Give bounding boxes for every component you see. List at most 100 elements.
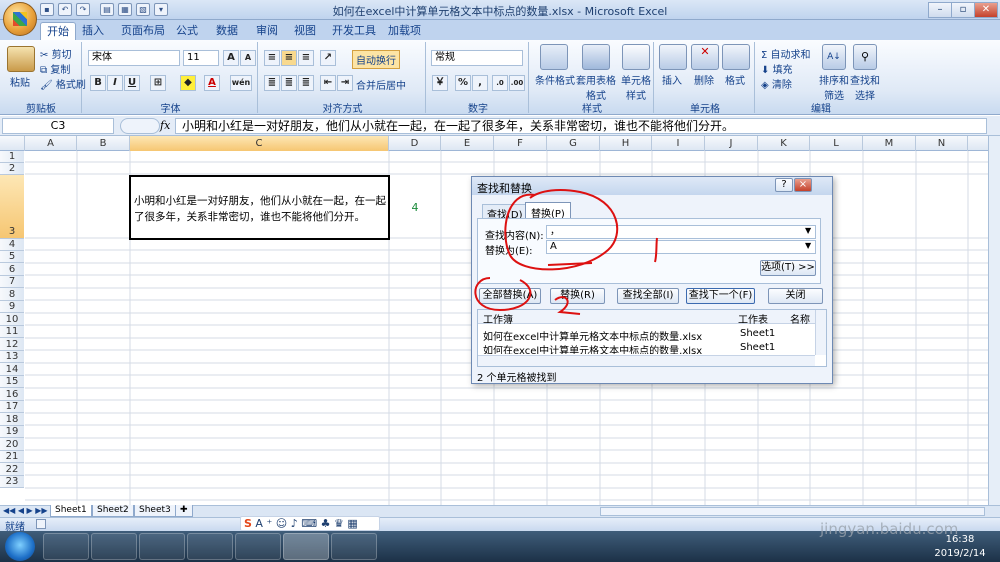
ime-toolbar[interactable]: S A ⁺ ☺ ♪ ⌨ ♣ ♛ ▦ [240,516,380,531]
vertical-scrollbar[interactable] [988,136,1000,505]
row-header[interactable]: 7 [0,276,24,288]
row-header[interactable]: 18 [0,413,24,426]
dialog-help-button[interactable]: ? [775,178,793,192]
taskbar-app-icon[interactable] [139,533,185,560]
italic-button[interactable]: I [107,75,123,91]
tab-insert[interactable]: 插入 [76,22,110,40]
align-left-button[interactable]: ≣ [264,75,280,91]
column-header-e[interactable]: E [441,136,494,151]
column-header-f[interactable]: F [494,136,547,151]
formula-input[interactable]: 小明和小红是一对好朋友，他们从小就在一起，在一起了很多年，关系非常密切，谁也不能… [175,118,987,134]
find-select-button[interactable]: 查找和选择 [850,72,880,102]
column-header-j[interactable]: J [705,136,758,151]
align-bottom-button[interactable]: ≡ [298,50,314,66]
decrease-indent-button[interactable]: ⇤ [320,75,336,91]
column-header-i[interactable]: I [652,136,705,151]
row-header[interactable]: 2 [0,163,24,175]
formula-expand-button[interactable] [120,118,160,134]
copy-button[interactable]: ⧉ 复制 [40,61,70,76]
row-header[interactable]: 5 [0,251,24,263]
tab-addins[interactable]: 加载项 [382,22,427,40]
row-header[interactable]: 1 [0,151,24,163]
options-button[interactable]: 选项(T) >> [760,260,816,276]
tab-home[interactable]: 开始 [40,22,76,40]
paste-icon[interactable] [7,46,35,72]
replace-dropdown-icon[interactable]: ▼ [805,241,811,250]
results-scrollbar[interactable] [815,310,826,355]
column-header-h[interactable]: H [600,136,652,151]
sort-filter-button[interactable]: 排序和筛选 [819,72,849,102]
format-table-button[interactable]: 套用表格格式 [576,72,616,102]
align-middle-button[interactable]: ≡ [281,50,297,66]
align-center-button[interactable]: ≣ [281,75,297,91]
row-header[interactable]: 4 [0,239,24,251]
result-sheet[interactable]: Sheet1 [740,328,775,339]
row-header[interactable]: 16 [0,388,24,401]
sheet-nav-icon[interactable]: ◀◀ ◀ ▶ ▶▶ [3,506,48,515]
tab-developer[interactable]: 开发工具 [326,22,382,40]
insert-sheet-icon[interactable]: ✚ [175,505,193,517]
taskbar-app-icon[interactable] [331,533,377,560]
clear-button[interactable]: ◈ 清除 [761,76,792,91]
percent-button[interactable]: % [455,75,471,91]
tab-data[interactable]: 数据 [210,22,244,40]
row-header[interactable]: 11 [0,326,24,338]
sort-filter-icon[interactable]: A↓ [822,44,846,70]
tab-review[interactable]: 审阅 [250,22,284,40]
taskbar-excel-icon[interactable] [283,533,329,560]
find-next-button[interactable]: 查找下一个(F) [686,288,755,304]
sheet-tab-3[interactable]: Sheet3 [134,505,176,517]
insert-function-icon[interactable]: fx [160,119,170,132]
cut-button[interactable]: ✂ 剪切 [40,46,72,61]
binoculars-icon[interactable]: ⚲ [853,44,877,70]
format-painter-button[interactable]: 🖌 格式刷 [40,76,86,91]
format-cells-button[interactable]: 格式 [725,72,745,87]
row-header[interactable]: 8 [0,288,24,301]
cell-d3[interactable]: 4 [405,201,425,214]
column-header-a[interactable]: A [25,136,77,151]
paste-button[interactable]: 粘贴 [10,74,30,89]
row-header[interactable]: 6 [0,263,24,276]
dialog-close-button[interactable]: 关闭 [768,288,823,304]
insert-cells-button[interactable]: 插入 [662,72,682,87]
dialog-close-x-button[interactable]: × [794,178,812,192]
cell-styles-icon[interactable] [622,44,650,70]
cell-styles-button[interactable]: 单元格样式 [618,72,654,102]
fill-button[interactable]: ⬇ 填充 [761,61,793,76]
row-header[interactable]: 15 [0,376,24,388]
underline-button[interactable]: U [124,75,140,91]
maximize-button[interactable]: ▫ [951,2,975,18]
column-header-n[interactable]: N [916,136,968,151]
column-header-m[interactable]: M [863,136,916,151]
close-button[interactable]: ✕ [974,2,998,18]
start-button[interactable] [5,532,35,561]
taskbar-folder-icon[interactable] [91,533,137,560]
font-name-select[interactable]: 宋体 [88,50,180,66]
conditional-format-icon[interactable] [540,44,568,70]
result-sheet[interactable]: Sheet1 [740,342,775,354]
tab-view[interactable]: 视图 [288,22,322,40]
select-all-corner[interactable] [0,136,25,151]
fill-color-button[interactable]: ◆ [180,75,196,91]
row-header[interactable]: 20 [0,438,24,451]
cell-c3[interactable]: 小明和小红是一对好朋友，他们从小就在一起，在一起了很多年，关系非常密切，谁也不能… [129,175,390,240]
currency-button[interactable]: ￥ [432,75,448,91]
grow-font-button[interactable]: A [223,50,239,66]
number-format-select[interactable]: 常规 [431,50,523,66]
taskbar-paint-icon[interactable] [235,533,281,560]
row-header[interactable]: 3 [0,175,24,239]
format-cells-icon[interactable] [722,44,750,70]
orientation-button[interactable]: ↗ [320,50,336,66]
row-header[interactable]: 10 [0,313,24,326]
increase-decimal-button[interactable]: .0 [492,75,508,91]
column-header-d[interactable]: D [389,136,441,151]
delete-cells-icon[interactable]: ✕ [691,44,719,70]
font-size-select[interactable]: 11 [183,50,219,66]
row-header[interactable]: 17 [0,401,24,413]
autosum-button[interactable]: Σ 自动求和 [761,46,811,61]
phonetic-button[interactable]: wén [230,75,252,91]
column-header-k[interactable]: K [758,136,810,151]
conditional-format-button[interactable]: 条件格式 [535,72,575,87]
shrink-font-button[interactable]: A [240,50,256,66]
merge-center-button[interactable]: 合并后居中 [356,77,406,92]
